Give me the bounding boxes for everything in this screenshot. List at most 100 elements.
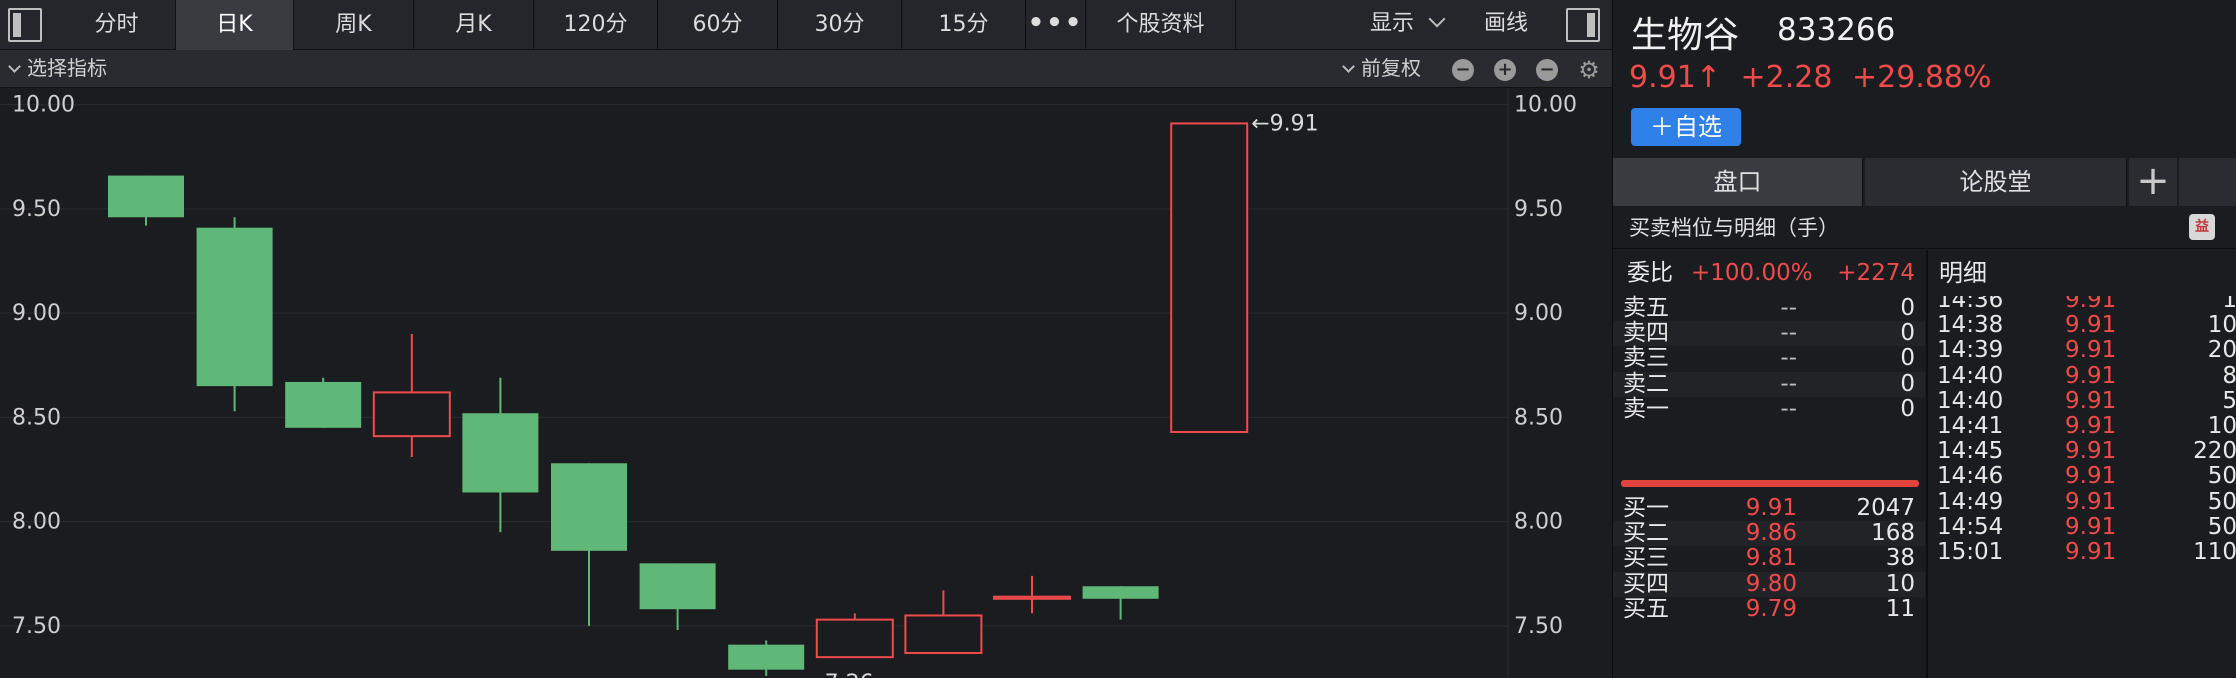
tab-monthly-k[interactable]: 月K [414, 0, 534, 50]
tick-time: 14:40 [1937, 362, 2004, 389]
candle[interactable] [462, 377, 539, 533]
candle[interactable] [108, 175, 184, 226]
bid-ask-strength-bar [1621, 480, 1919, 487]
candle-body [728, 644, 805, 670]
period-toolbar: 分时 日K 周K 月K 120分 60分 30分 15分 ••• 个股资料 显示… [0, 0, 1612, 50]
sell-level-row[interactable]: 卖五 -- 0 [1613, 295, 1925, 321]
tick-price: 9.91 [2065, 438, 2117, 465]
kline-chart[interactable]: 10.00 10.00 9.50 9.50 9.00 9.00 8.50 8.50 8.00 8.… [0, 88, 1612, 678]
tab-15min[interactable]: 15分 [902, 0, 1026, 50]
tab-order-book[interactable]: 盘口 [1613, 158, 1863, 206]
tab-30min[interactable]: 30分 [778, 0, 902, 50]
candle[interactable] [904, 590, 983, 654]
stock-profile-button[interactable]: 个股资料 [1086, 0, 1236, 50]
candle[interactable] [372, 334, 451, 458]
tick-row: 14:39 9.91 20 [1929, 338, 2236, 363]
candle-body [1170, 122, 1249, 433]
chevron-down-icon [1428, 10, 1446, 28]
benefit-icon[interactable]: 益 [2189, 214, 2215, 240]
candle-body [372, 391, 451, 438]
buy-level-row[interactable]: 买四 9.80 10 [1613, 570, 1925, 597]
tab-weekly-k[interactable]: 周K [294, 0, 414, 50]
panel-toggle-icon[interactable] [1566, 8, 1600, 42]
level-volume: 10 [1885, 570, 1915, 597]
price-change-pct: +29.88% [1851, 60, 1992, 95]
candle[interactable] [993, 575, 1071, 614]
candle[interactable] [1170, 122, 1249, 433]
level-price: -- [1780, 395, 1797, 422]
buy-level-row[interactable]: 买二 9.86 168 [1613, 520, 1925, 547]
tick-volume: 220 [2193, 438, 2236, 465]
level-price: -- [1780, 370, 1797, 397]
level-label: 卖一 [1623, 395, 1669, 422]
display-dropdown[interactable]: 显示 [1370, 0, 1446, 50]
sell-level-row[interactable]: 卖四 -- 0 [1613, 320, 1925, 347]
candle[interactable] [639, 563, 716, 631]
tick-volume: 50 [2207, 463, 2236, 490]
candle[interactable] [728, 640, 805, 676]
price-row: 9.91↑ +2.28 +29.88% [1629, 60, 2002, 95]
commission-ratio-value: +100.00% [1691, 260, 1813, 286]
quote-panel: 生物谷 833266 9.91↑ +2.28 +29.88% ＋自选 盘口 论股… [1612, 0, 2236, 678]
tab-120min[interactable]: 120分 [534, 0, 658, 50]
y-tick-label-right: 9.50 [1514, 197, 1563, 222]
tab-intraday[interactable]: 分时 [58, 0, 176, 50]
tick-volume: 20 [2207, 337, 2236, 364]
more-periods-button[interactable]: ••• [1026, 0, 1086, 50]
tick-volume: 50 [2207, 513, 2236, 540]
sell-level-row[interactable]: 卖一 -- 0 [1613, 395, 1925, 422]
buy-level-row[interactable]: 买一 9.91 2047 [1613, 495, 1925, 521]
draw-line-button[interactable]: 画线 [1484, 0, 1528, 50]
level-label: 买二 [1623, 520, 1669, 547]
y-tick-label-left: 8.00 [12, 510, 61, 535]
tick-list[interactable]: 14:36 9.91 1 14:38 9.91 10 14:39 9.91 20 14:40 9.9… [1929, 296, 2236, 678]
tick-price: 9.91 [2065, 312, 2117, 339]
commission-ratio-label: 委比 [1627, 260, 1673, 286]
candle[interactable] [551, 463, 627, 626]
level-label: 卖四 [1623, 320, 1669, 347]
gear-icon[interactable]: ⚙ [1578, 58, 1600, 82]
tick-time: 14:36 [1937, 296, 2004, 313]
sell-level-row[interactable]: 卖三 -- 0 [1613, 346, 1925, 371]
indicator-selector[interactable]: 选择指标 [8, 50, 107, 87]
tab-daily-k[interactable]: 日K [176, 0, 294, 50]
tick-time: 14:46 [1937, 463, 2004, 490]
tick-time: 14:41 [1937, 413, 2004, 439]
chevron-down-icon [8, 60, 21, 73]
adjust-selector[interactable]: 前复权 [1342, 50, 1421, 87]
level-price: 9.79 [1745, 595, 1797, 622]
candle[interactable] [285, 377, 362, 428]
minus-icon[interactable]: − [1452, 59, 1474, 81]
tick-price: 9.91 [2065, 387, 2117, 414]
level-label: 卖五 [1623, 295, 1669, 321]
add-tab-icon[interactable]: + [2129, 158, 2177, 206]
add-watchlist-button[interactable]: ＋自选 [1631, 108, 1741, 146]
candle-body [196, 227, 273, 387]
level-price: 9.86 [1745, 520, 1797, 547]
display-label: 显示 [1370, 11, 1415, 36]
buy-level-row[interactable]: 买三 9.81 38 [1613, 546, 1925, 571]
sell-level-row[interactable]: 卖二 -- 0 [1613, 370, 1925, 397]
level-label: 买四 [1623, 570, 1669, 597]
sidebar-toggle-icon[interactable] [8, 8, 42, 42]
level-volume: 0 [1900, 295, 1915, 321]
buy-level-row[interactable]: 买五 9.79 11 [1613, 595, 1925, 622]
zoom-in-icon[interactable]: + [1494, 59, 1516, 81]
candle-body [993, 595, 1071, 600]
candle-body [1082, 586, 1159, 599]
tick-row: 14:40 9.91 5 [1929, 387, 2236, 414]
tab-60min[interactable]: 60分 [658, 0, 778, 50]
zoom-out-icon[interactable]: − [1536, 59, 1558, 81]
candle[interactable] [196, 217, 273, 412]
stock-code: 833266 [1777, 12, 1896, 48]
tick-detail-title: 明细 [1939, 259, 1987, 287]
level-volume: 11 [1885, 595, 1915, 622]
tick-price: 9.91 [2065, 488, 2117, 515]
candle[interactable] [1082, 586, 1159, 620]
level-label: 买五 [1623, 595, 1669, 622]
tab-bar-filler [2179, 158, 2236, 206]
level-volume: 2047 [1856, 495, 1915, 521]
tab-forum[interactable]: 论股堂 [1865, 158, 2127, 206]
level-price: 9.81 [1745, 545, 1797, 572]
candle[interactable] [815, 613, 894, 659]
